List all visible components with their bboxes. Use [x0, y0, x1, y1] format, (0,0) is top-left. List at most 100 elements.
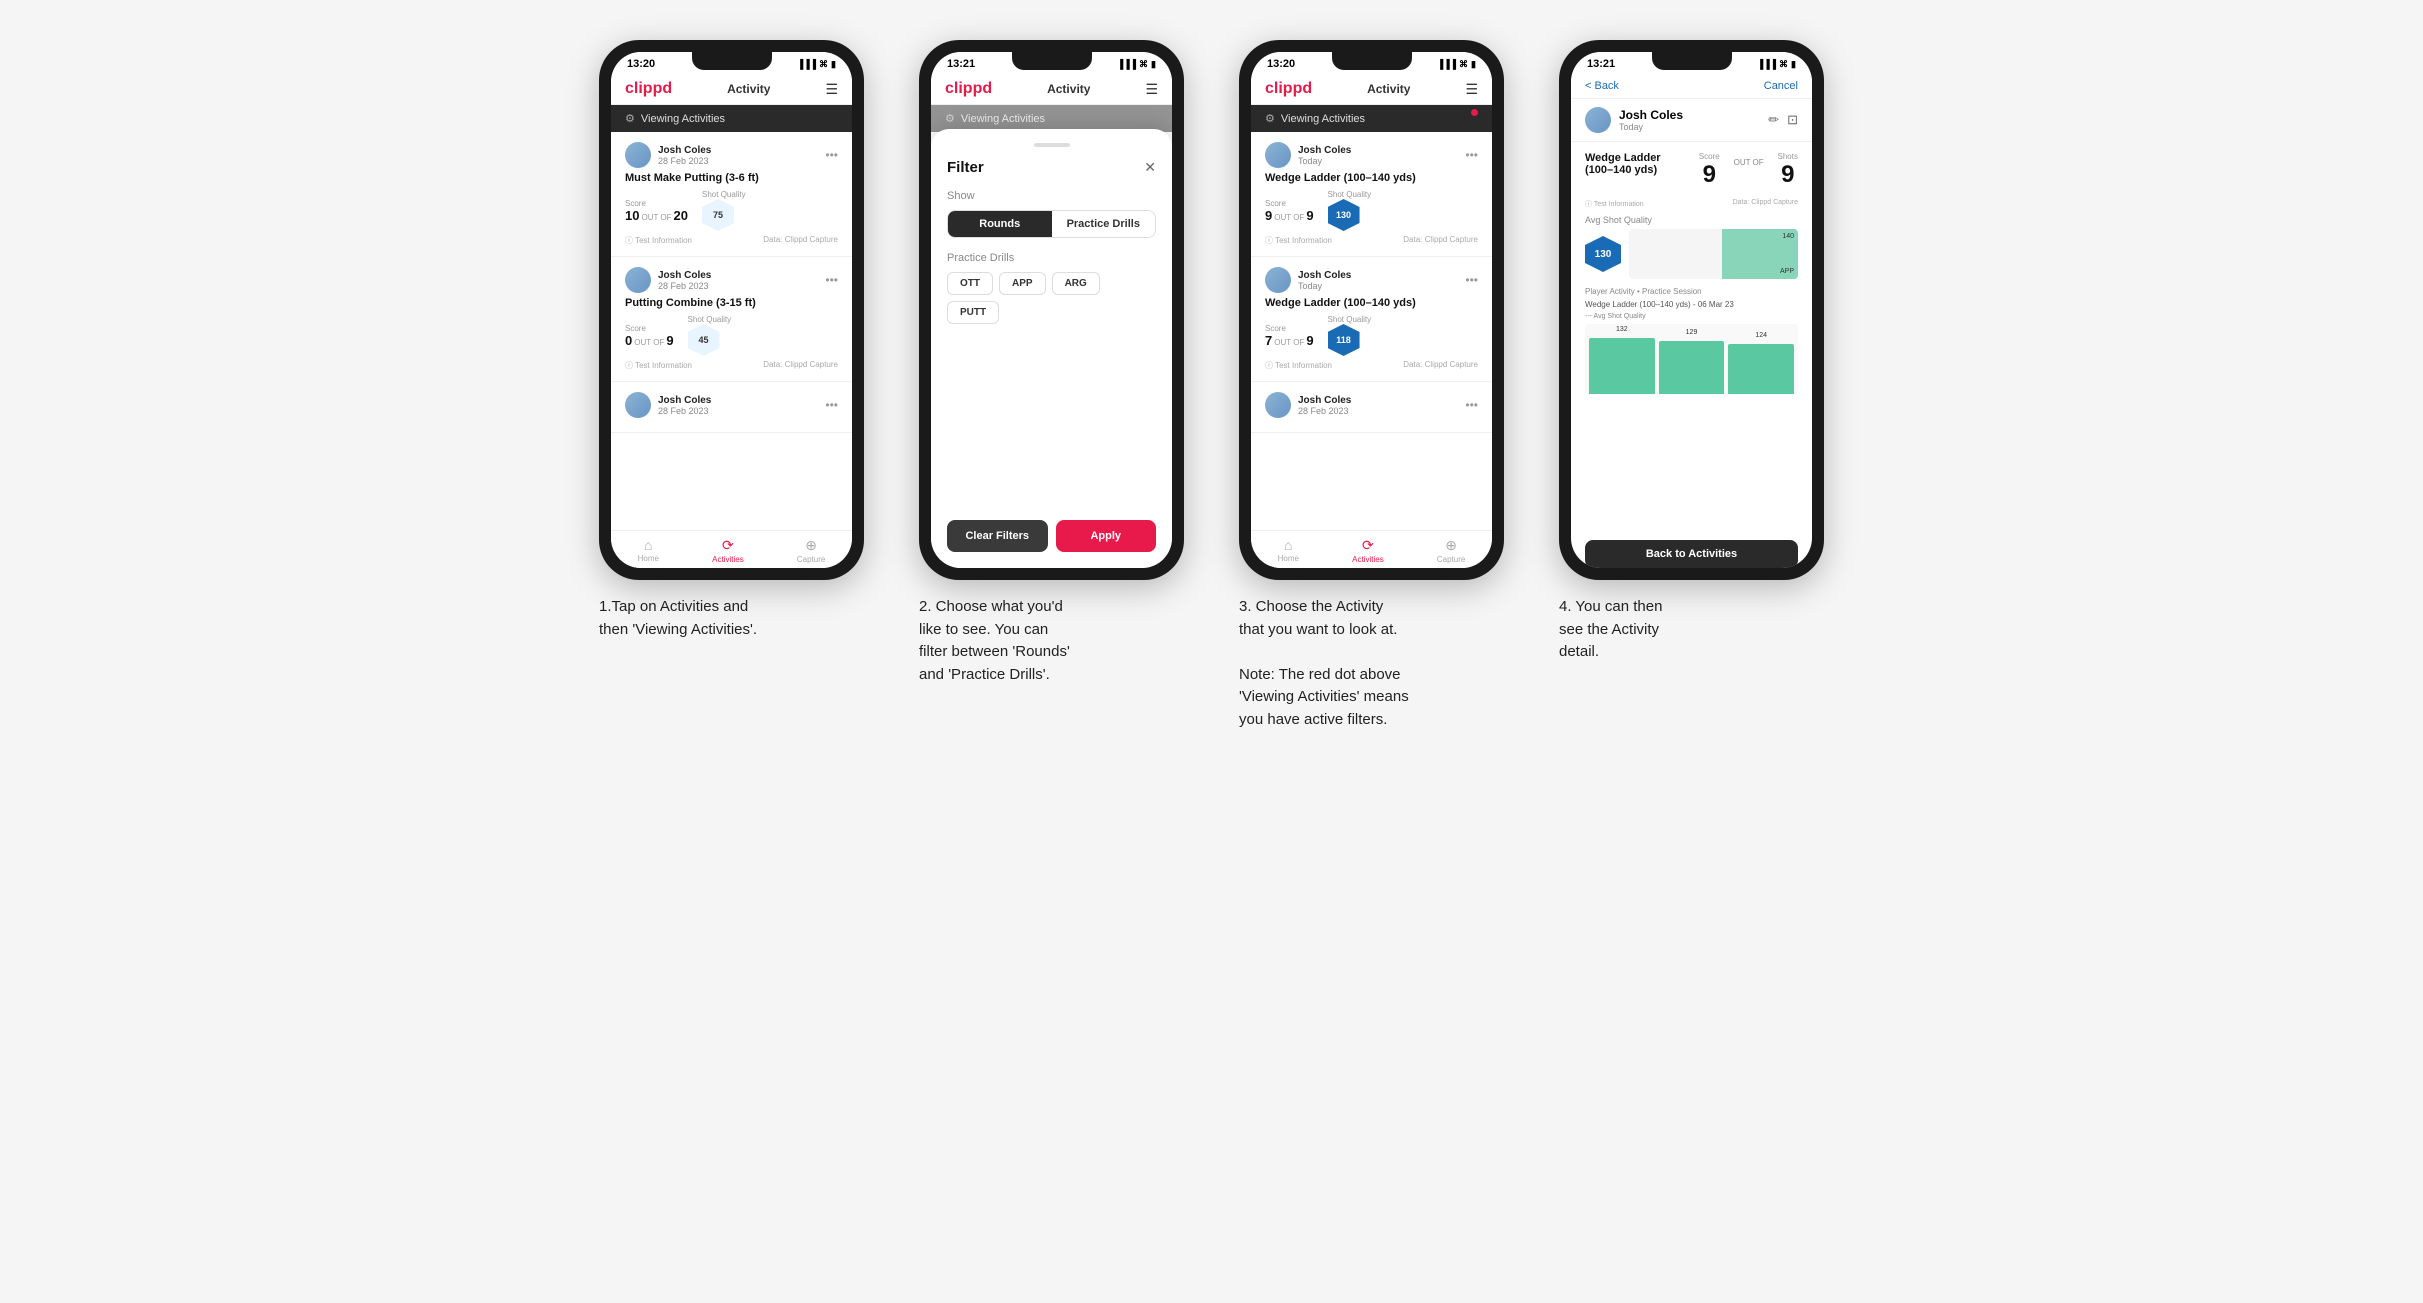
- filter-practice-label: Practice Drills: [947, 252, 1156, 264]
- edit-icon[interactable]: ✏: [1768, 112, 1779, 128]
- cancel-button[interactable]: Cancel: [1764, 80, 1798, 92]
- card-1-sq-label: Shot Quality: [702, 190, 746, 199]
- nav-home-1[interactable]: ⌂ Home: [638, 537, 659, 564]
- p3-card-1-user-row: Josh Coles Today: [1265, 142, 1351, 168]
- card-2-sq-label: Shot Quality: [688, 315, 732, 324]
- phone-1-card-1[interactable]: Josh Coles 28 Feb 2023 ••• Must Make Put…: [611, 132, 852, 257]
- phone-2-menu-icon[interactable]: ☰: [1145, 81, 1158, 98]
- phone-4-score-label: Score: [1699, 152, 1720, 161]
- p3-c1-sq-hex: 130: [1328, 199, 1360, 231]
- filter-toggle-rounds[interactable]: Rounds: [948, 211, 1052, 237]
- drill-btn-ott[interactable]: OTT: [947, 272, 993, 295]
- phone-1-menu-icon[interactable]: ☰: [825, 81, 838, 98]
- back-to-activities-button[interactable]: Back to Activities: [1585, 540, 1798, 568]
- nav-capture-3[interactable]: ⊕ Capture: [1437, 537, 1465, 564]
- p3-c2-score-num: 7: [1265, 333, 1272, 348]
- p3-c1-footer: ⓘ Test Information Data: Clippd Capture: [1265, 235, 1478, 246]
- card-1-score-value: 10 OUT OF 20: [625, 208, 688, 223]
- phone-4-status-icons: ▐▐▐ ⌘ ▮: [1757, 59, 1796, 70]
- filter-icon: ⚙: [625, 112, 635, 125]
- filter-drill-buttons: OTT APP ARG PUTT: [947, 272, 1156, 324]
- filter-toggle-row: Rounds Practice Drills: [947, 210, 1156, 238]
- phone-1-viewing-bar[interactable]: ⚙ Viewing Activities: [611, 105, 852, 132]
- bar-2: 129: [1659, 341, 1725, 394]
- phone-4-avg-sq-label: Avg Shot Quality: [1585, 215, 1798, 225]
- card-2-user-row: Josh Coles 28 Feb 2023: [625, 267, 711, 293]
- p3-card-1-more[interactable]: •••: [1465, 148, 1478, 162]
- p3-card-2-user-info: Josh Coles Today: [1298, 270, 1351, 291]
- card-3-avatar: [625, 392, 651, 418]
- phone-1-time: 13:20: [627, 58, 655, 70]
- p3-c1-sq-label: Shot Quality: [1328, 190, 1372, 199]
- phone-4-bar-chart: 132 129 124: [1585, 324, 1798, 394]
- nav-activities-1[interactable]: ⟳ Activities: [712, 537, 744, 564]
- card-1-user-row: Josh Coles 28 Feb 2023: [625, 142, 711, 168]
- expand-icon[interactable]: ⊡: [1787, 112, 1798, 128]
- filter-header: Filter ✕: [947, 159, 1156, 176]
- phone-1-card-3[interactable]: Josh Coles 28 Feb 2023 •••: [611, 382, 852, 433]
- phone-1-app-header: clippd Activity ☰: [611, 74, 852, 105]
- phone-1-frame: 13:20 ▐▐▐ ⌘ ▮ clippd Activity ☰ ⚙ View: [599, 40, 864, 580]
- p3-c2-shots-num: 9: [1306, 333, 1313, 348]
- apply-filter-button[interactable]: Apply: [1056, 520, 1157, 552]
- phone-3-menu-icon[interactable]: ☰: [1465, 81, 1478, 98]
- card-1-more-icon[interactable]: •••: [825, 148, 838, 162]
- card-1-score-label: Score: [625, 199, 688, 208]
- p3-c1-outof: OUT OF: [1274, 213, 1304, 222]
- phone-2-viewing-bar: ⚙ Viewing Activities: [931, 105, 1172, 132]
- card-1-sq-block: Shot Quality 75: [702, 190, 746, 231]
- phone-2-screen: 13:21 ▐▐▐ ⌘ ▮ clippd Activity ☰ ⚙ View: [931, 52, 1172, 568]
- activities-icon: ⟳: [722, 537, 734, 554]
- card-2-score-num: 0: [625, 333, 632, 348]
- phone-4-score-section: Score 9: [1699, 152, 1720, 189]
- phone-3-screen: 13:20 ▐▐▐ ⌘ ▮ clippd Activity ☰ ⚙ View: [1251, 52, 1492, 568]
- card-1-stats: Score 10 OUT OF 20 Shot Quality 75: [625, 190, 838, 231]
- phones-row: 13:20 ▐▐▐ ⌘ ▮ clippd Activity ☰ ⚙ View: [587, 40, 1837, 731]
- p3-card-2-header: Josh Coles Today •••: [1265, 267, 1478, 293]
- drill-btn-arg[interactable]: ARG: [1052, 272, 1100, 295]
- drill-btn-putt[interactable]: PUTT: [947, 301, 999, 324]
- phone-3-card-2[interactable]: Josh Coles Today ••• Wedge Ladder (100–1…: [1251, 257, 1492, 382]
- caption-1: 1.Tap on Activities andthen 'Viewing Act…: [599, 596, 864, 641]
- nav-activities-label-1: Activities: [712, 555, 744, 564]
- card-2-score-value: 0 OUT OF 9: [625, 333, 674, 348]
- card-3-user-row: Josh Coles 28 Feb 2023: [625, 392, 711, 418]
- card-1-footer: ⓘ Test Information Data: Clippd Capture: [625, 235, 838, 246]
- p3-card-3-more[interactable]: •••: [1465, 398, 1478, 412]
- phone-4-avatar: [1585, 107, 1611, 133]
- phone-1-screen: 13:20 ▐▐▐ ⌘ ▮ clippd Activity ☰ ⚙ View: [611, 52, 852, 568]
- clear-filters-button[interactable]: Clear Filters: [947, 520, 1048, 552]
- bar-3-label: 124: [1755, 332, 1767, 339]
- p3-c2-outof: OUT OF: [1274, 338, 1304, 347]
- battery-icon-2: ▮: [1151, 59, 1156, 70]
- battery-icon-3: ▮: [1471, 59, 1476, 70]
- phone-4-col: 13:21 ▐▐▐ ⌘ ▮ < Back Cancel Josh C: [1547, 40, 1837, 664]
- card-2-footer-left: ⓘ Test Information: [625, 360, 692, 371]
- phone-3-card-1[interactable]: Josh Coles Today ••• Wedge Ladder (100–1…: [1251, 132, 1492, 257]
- card-2-more-icon[interactable]: •••: [825, 273, 838, 287]
- p3-card-3-header: Josh Coles 28 Feb 2023 •••: [1265, 392, 1478, 418]
- activities-icon-3: ⟳: [1362, 537, 1374, 554]
- p3-c2-footer: ⓘ Test Information Data: Clippd Capture: [1265, 360, 1478, 371]
- card-2-footer-right: Data: Clippd Capture: [763, 360, 838, 371]
- phone-2-col: 13:21 ▐▐▐ ⌘ ▮ clippd Activity ☰ ⚙ View: [907, 40, 1197, 686]
- nav-home-3[interactable]: ⌂ Home: [1278, 537, 1299, 564]
- phone-4-wedge-label: Wedge Ladder (100–140 yds) - 06 Mar 23: [1585, 300, 1798, 309]
- p3-card-2-more[interactable]: •••: [1465, 273, 1478, 287]
- bar-2-label: 129: [1686, 329, 1698, 336]
- p3-card-1-user-name: Josh Coles: [1298, 145, 1351, 156]
- back-button[interactable]: < Back: [1585, 80, 1619, 92]
- nav-activities-3[interactable]: ⟳ Activities: [1352, 537, 1384, 564]
- phone-1-card-2[interactable]: Josh Coles 28 Feb 2023 ••• Putting Combi…: [611, 257, 852, 382]
- card-1-user-date: 28 Feb 2023: [658, 156, 711, 166]
- signal-icon-4: ▐▐▐: [1757, 59, 1776, 69]
- drill-btn-app[interactable]: APP: [999, 272, 1046, 295]
- filter-toggle-practice[interactable]: Practice Drills: [1052, 211, 1156, 237]
- p3-c2-footer-l: ⓘ Test Information: [1265, 360, 1332, 371]
- phone-3-viewing-bar[interactable]: ⚙ Viewing Activities: [1251, 105, 1492, 132]
- nav-capture-1[interactable]: ⊕ Capture: [797, 537, 825, 564]
- card-3-more-icon[interactable]: •••: [825, 398, 838, 412]
- filter-close-icon[interactable]: ✕: [1144, 159, 1156, 176]
- phone-3-card-3[interactable]: Josh Coles 28 Feb 2023 •••: [1251, 382, 1492, 433]
- phone-4-mini-chart: 140 APP: [1629, 229, 1798, 279]
